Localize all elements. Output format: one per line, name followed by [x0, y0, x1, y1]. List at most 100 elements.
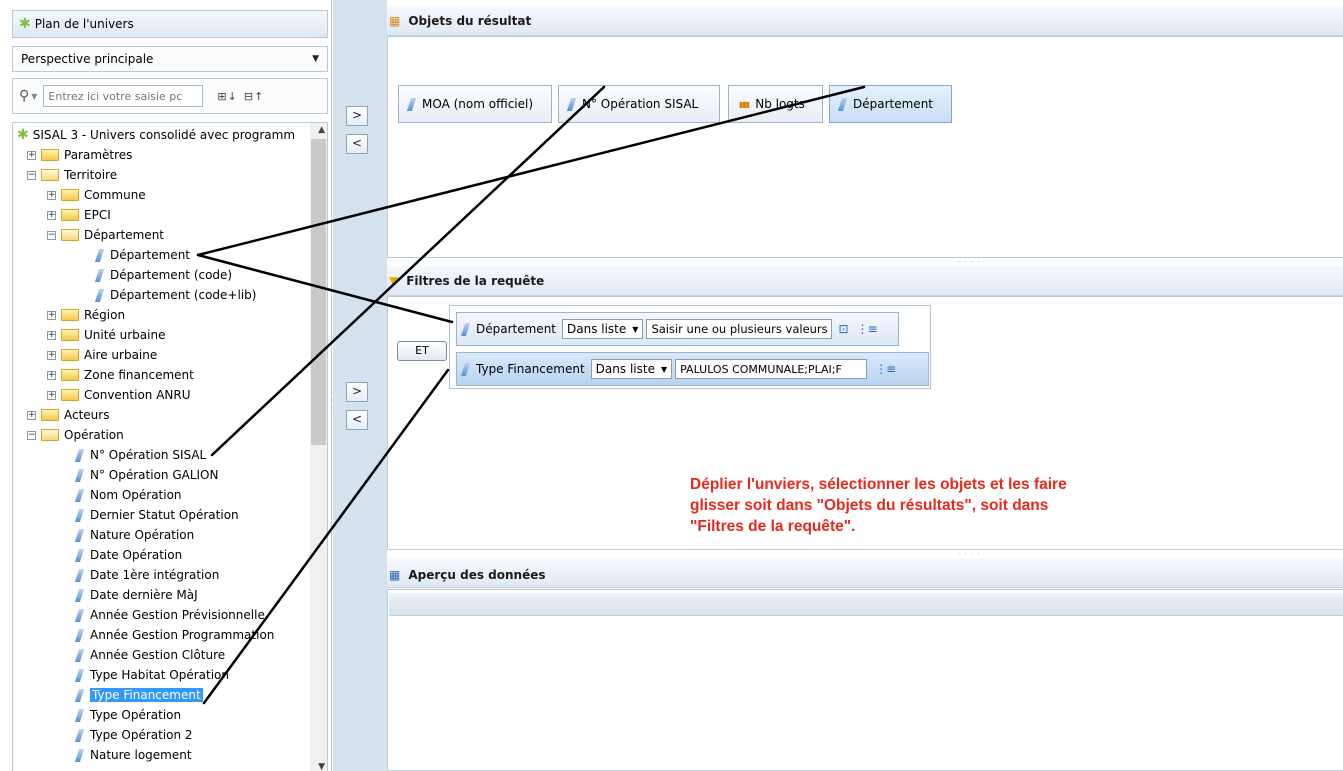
tree-object-type-habitat[interactable]: Type Habitat Opération	[74, 665, 229, 685]
chevron-down-icon[interactable]: ▼	[31, 92, 37, 101]
expand-icon[interactable]: +	[27, 150, 36, 160]
tree-object-annee-previsionnelle[interactable]: Année Gestion Prévisionnelle	[74, 605, 265, 625]
tree-object-nom-operation[interactable]: Nom Opération	[74, 485, 182, 505]
tree-node-label: EPCI	[84, 208, 111, 222]
expand-all-icon[interactable]: ⊞↓	[217, 90, 237, 103]
annotation-line: glisser soit dans "Objets du résultats",…	[690, 497, 1049, 514]
tree-folder-zone-financement[interactable]: + Zone financement	[47, 365, 194, 385]
universe-tree: ✱ SISAL 3 - Univers consolidé avec progr…	[12, 122, 328, 771]
expand-icon[interactable]: +	[47, 190, 56, 200]
tree-object-annee-cloture[interactable]: Année Gestion Clôture	[74, 645, 226, 665]
tree-folder-unite-urbaine[interactable]: + Unité urbaine	[47, 325, 165, 345]
scrollbar-thumb[interactable]	[311, 139, 326, 445]
filter-row-departement[interactable]: Département Dans liste ▼ Saisir une ou pl…	[456, 312, 899, 346]
data-preview-title: Aperçu des données	[408, 568, 546, 582]
filter-value-input[interactable]: PALULOS COMMUNALE;PLAI;F	[675, 359, 868, 379]
tree-node-label: SISAL 3 - Univers consolidé avec program…	[32, 128, 296, 142]
tree-node-label: Nature Opération	[90, 528, 195, 542]
result-object-label: Nb logts	[755, 97, 805, 111]
tree-object-nature-logement[interactable]: Nature logement	[74, 745, 192, 765]
dimension-icon	[74, 548, 85, 562]
annotation-line: "Filtres de la requête".	[690, 518, 856, 535]
tree-scrollbar[interactable]: ▲ ▼	[310, 123, 327, 771]
tree-object-num-operation-sisal[interactable]: N° Opération SISAL	[74, 445, 206, 465]
tree-folder-departement[interactable]: − Département	[47, 225, 164, 245]
tree-folder-territoire[interactable]: − Territoire	[27, 165, 117, 185]
filter-operator-value: Dans liste	[595, 362, 655, 376]
remove-result-object-button[interactable]: <	[346, 134, 368, 154]
result-objects-panel[interactable]: MOA (nom officiel) N° Opération SISAL ▮▮…	[387, 36, 1343, 258]
add-filter-button[interactable]: >	[346, 382, 368, 402]
result-object-departement[interactable]: Département	[829, 85, 952, 123]
tree-object-type-operation-2[interactable]: Type Opération 2	[74, 725, 193, 745]
collapse-icon[interactable]: −	[47, 230, 56, 240]
tree-object-departement-codelib[interactable]: Département (code+lib)	[94, 285, 257, 305]
annotation-line: Déplier l'unviers, sélectionner les obje…	[690, 476, 1067, 493]
tree-object-num-operation-galion[interactable]: N° Opération GALION	[74, 465, 218, 485]
tree-folder-acteurs[interactable]: + Acteurs	[27, 405, 109, 425]
collapse-all-icon[interactable]: ⊟↑	[244, 90, 264, 103]
filter-value-input[interactable]: Saisir une ou plusieurs valeurs	[646, 319, 833, 339]
dimension-icon	[74, 528, 85, 542]
filter-operator-select[interactable]: Dans liste ▼	[590, 359, 673, 379]
tree-object-dernier-statut[interactable]: Dernier Statut Opération	[74, 505, 239, 525]
filter-options-icon[interactable]: ⋮≡	[857, 322, 878, 336]
tree-folder-parametres[interactable]: + Paramètres	[27, 145, 132, 165]
filter-row-type-financement[interactable]: Type Financement Dans liste ▼ PALULOS COM…	[456, 352, 929, 386]
collapse-icon[interactable]: −	[27, 170, 36, 180]
dimension-icon	[460, 322, 471, 336]
scroll-down-icon[interactable]: ▼	[318, 762, 325, 771]
tree-node-label: Dernier Statut Opération	[90, 508, 239, 522]
tree-folder-operation[interactable]: − Opération	[27, 425, 124, 445]
result-object-num-operation-sisal[interactable]: N° Opération SISAL	[558, 85, 720, 123]
collapse-icon[interactable]: −	[27, 430, 36, 440]
result-object-nb-logts[interactable]: ▮▮▮ Nb logts	[728, 85, 823, 123]
tree-node-label: Date Opération	[90, 548, 183, 562]
tree-folder-convention-anru[interactable]: + Convention ANRU	[47, 385, 191, 405]
tree-object-type-operation[interactable]: Type Opération	[74, 705, 181, 725]
tree-object-date-maj[interactable]: Date dernière MàJ	[74, 585, 198, 605]
tree-folder-region[interactable]: + Région	[47, 305, 125, 325]
search-input[interactable]	[43, 85, 204, 107]
value-list-icon[interactable]: ⊡	[838, 322, 848, 336]
perspective-select[interactable]: Perspective principale ▼	[12, 46, 328, 72]
result-object-label: MOA (nom officiel)	[422, 97, 534, 111]
search-options-icon[interactable]: ⚲	[19, 88, 29, 104]
expand-icon[interactable]: +	[27, 410, 36, 420]
expand-icon[interactable]: +	[47, 310, 56, 320]
tree-object-departement-code[interactable]: Département (code)	[94, 265, 232, 285]
folder-icon	[61, 329, 79, 341]
expand-icon[interactable]: +	[47, 330, 56, 340]
tree-folder-epci[interactable]: + EPCI	[47, 205, 111, 225]
add-result-object-button[interactable]: >	[346, 106, 368, 126]
data-preview-column-header	[389, 593, 1343, 616]
filter-operator-button[interactable]: ET	[397, 341, 447, 361]
tree-node-label: Année Gestion Clôture	[90, 648, 226, 662]
tree-folder-aire-urbaine[interactable]: + Aire urbaine	[47, 345, 157, 365]
splitter-grip[interactable]: · · · ·	[330, 390, 333, 419]
tree-object-date-operation[interactable]: Date Opération	[74, 545, 183, 565]
expand-icon[interactable]: +	[47, 350, 56, 360]
remove-filter-button[interactable]: <	[346, 410, 368, 430]
tree-folder-commune[interactable]: + Commune	[47, 185, 146, 205]
tree-object-type-financement[interactable]: Type Financement	[74, 685, 203, 705]
perspective-value: Perspective principale	[21, 52, 154, 66]
tree-object-date-integration[interactable]: Date 1ère intégration	[74, 565, 219, 585]
universe-icon: ✱	[17, 127, 29, 143]
horizontal-splitter-grip[interactable]: · · · ·	[958, 258, 981, 266]
tree-node-label: Type Opération 2	[90, 728, 193, 742]
folder-open-icon	[41, 169, 59, 181]
horizontal-splitter-grip[interactable]: · · · ·	[958, 550, 981, 558]
filter-options-icon[interactable]: ⋮≡	[875, 362, 896, 376]
tree-object-nature-operation[interactable]: Nature Opération	[74, 525, 195, 545]
tree-root[interactable]: ✱ SISAL 3 - Univers consolidé avec progr…	[17, 125, 295, 145]
result-object-moa[interactable]: MOA (nom officiel)	[398, 85, 552, 123]
expand-icon[interactable]: +	[47, 370, 56, 380]
tree-object-departement[interactable]: Département	[94, 245, 190, 265]
expand-icon[interactable]: +	[47, 390, 56, 400]
filter-operator-select[interactable]: Dans liste ▼	[562, 319, 644, 339]
scroll-up-icon[interactable]: ▲	[318, 125, 325, 135]
tree-object-annee-programmation[interactable]: Année Gestion Programmation	[74, 625, 274, 645]
expand-icon[interactable]: +	[47, 210, 56, 220]
tree-node-label: Département (code+lib)	[110, 288, 257, 302]
